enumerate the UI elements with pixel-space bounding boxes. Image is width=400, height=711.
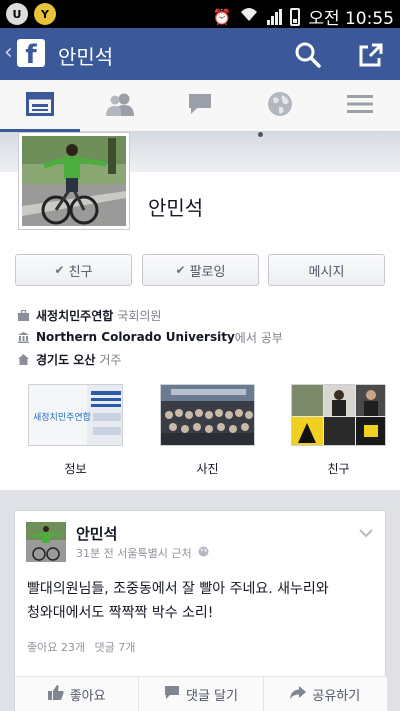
alarm-icon: ⏰: [212, 7, 232, 26]
profile-picture[interactable]: [18, 132, 130, 230]
comment-count[interactable]: 댓글 7개: [94, 641, 135, 654]
post-body-line: 빨대의원님들, 조중동에서 잘 빨아 주네요. 새누리와: [27, 581, 329, 597]
work-role: 국회의원: [117, 308, 162, 323]
photos-tile-image[interactable]: [160, 384, 255, 446]
share-icon[interactable]: [356, 40, 386, 70]
tab-timeline[interactable]: [0, 80, 80, 133]
like-count[interactable]: 좋아요 23개: [27, 641, 85, 654]
about-tile-label[interactable]: 정보: [28, 460, 123, 477]
about-tile-image[interactable]: 새정치민주연합: [28, 384, 123, 446]
menu-icon: [347, 93, 373, 119]
city-name[interactable]: 경기도 오산: [36, 351, 95, 368]
school-name[interactable]: Northern Colorado University: [36, 330, 235, 344]
profile-info: 새정치민주연합 국회의원 Northern Colorado Universit…: [18, 304, 388, 370]
chevron-down-icon[interactable]: [359, 523, 373, 538]
timeline-icon: [26, 92, 54, 120]
search-icon[interactable]: [293, 40, 323, 70]
post-body: 빨대의원님들, 조중동에서 잘 빨아 주네요. 새누리와 청와대에서도 짝짝짝 …: [27, 577, 377, 625]
post-stats: 좋아요 23개 댓글 7개: [27, 639, 135, 655]
facebook-logo[interactable]: f: [17, 39, 45, 67]
notification-app-icon: Y: [34, 3, 56, 25]
avatar[interactable]: [26, 522, 66, 562]
friend-button[interactable]: ✔ 친구: [15, 254, 132, 286]
back-icon[interactable]: ‹: [4, 40, 13, 65]
profile-section: 안민석 ✔ 친구 ✔ 팔로잉 메시지 새정치민주연합 국회의원 Northern…: [0, 132, 400, 490]
comment-button[interactable]: 댓글 달기: [139, 677, 264, 711]
photos-tile-label[interactable]: 사진: [160, 460, 255, 477]
like-button[interactable]: 좋아요: [15, 677, 140, 711]
message-button-label: 메시지: [308, 264, 345, 280]
post-card: 안민석 31분 전 서울특별시 근처 빨대의원님들, 조중동에서 잘 빨아 주네…: [14, 510, 387, 711]
profile-name: 안민석: [148, 196, 204, 220]
tab-friends[interactable]: [80, 80, 160, 132]
following-button[interactable]: ✔ 팔로잉: [142, 254, 259, 286]
comment-icon: [164, 685, 180, 704]
post-actions: 좋아요 댓글 달기 공유하기: [15, 676, 387, 711]
school-suffix: 에서 공부: [234, 330, 283, 345]
friends-icon: [104, 92, 136, 120]
tab-bar: [0, 80, 400, 133]
share-arrow-icon: [290, 685, 307, 704]
following-button-label: 팔로잉: [189, 264, 226, 280]
share-button-label: 공유하기: [312, 689, 361, 704]
battery-icon: [290, 7, 301, 26]
tab-messages[interactable]: [160, 80, 240, 132]
tab-menu[interactable]: [320, 80, 400, 132]
post-meta: 31분 전 서울특별시 근처: [76, 545, 209, 561]
message-button[interactable]: 메시지: [268, 254, 385, 286]
check-icon: ✔: [54, 263, 65, 277]
avatar: [22, 136, 126, 226]
wifi-icon: [239, 6, 259, 27]
info-work: 새정치민주연합 국회의원: [18, 304, 388, 326]
like-button-label: 좋아요: [69, 689, 106, 704]
city-suffix: 거주: [99, 352, 122, 367]
app-header: ‹ f 안민석: [0, 28, 400, 80]
info-education: Northern Colorado University 에서 공부: [18, 326, 388, 348]
messages-icon: [187, 92, 213, 120]
signal-icon: [267, 8, 283, 25]
profile-tiles: 새정치민주연합 정보 사진 친구: [0, 384, 400, 484]
info-location: 경기도 오산 거주: [18, 348, 388, 370]
clock-time: 오전 10:55: [308, 9, 394, 29]
globe-icon: [198, 546, 209, 560]
share-button[interactable]: 공유하기: [264, 677, 387, 711]
check-icon: ✔: [175, 263, 186, 277]
comment-button-label: 댓글 달기: [186, 689, 238, 704]
tile-logo-text: 새정치민주연합: [33, 411, 91, 423]
friends-tile-label[interactable]: 친구: [291, 460, 386, 477]
friend-button-label: 친구: [68, 264, 93, 280]
post-author[interactable]: 안민석: [76, 523, 117, 544]
thumbs-up-icon: [47, 685, 64, 704]
tab-notifications[interactable]: [240, 80, 320, 132]
friends-tile-image[interactable]: [291, 384, 386, 446]
globe-icon: [267, 91, 293, 121]
briefcase-icon: [18, 309, 29, 321]
school-icon: [18, 331, 29, 343]
page-title: 안민석: [58, 45, 114, 69]
u-app-icon: U: [6, 3, 28, 25]
post-body-line: 청와대에서도 짝짝짝 박수 소리!: [27, 605, 214, 621]
work-organization[interactable]: 새정치민주연합: [36, 307, 113, 324]
post-timestamp[interactable]: 31분 전 서울특별시 근처: [76, 545, 192, 561]
home-icon: [18, 353, 29, 365]
status-bar: U Y ⏰ 오전 10:55: [0, 0, 400, 29]
